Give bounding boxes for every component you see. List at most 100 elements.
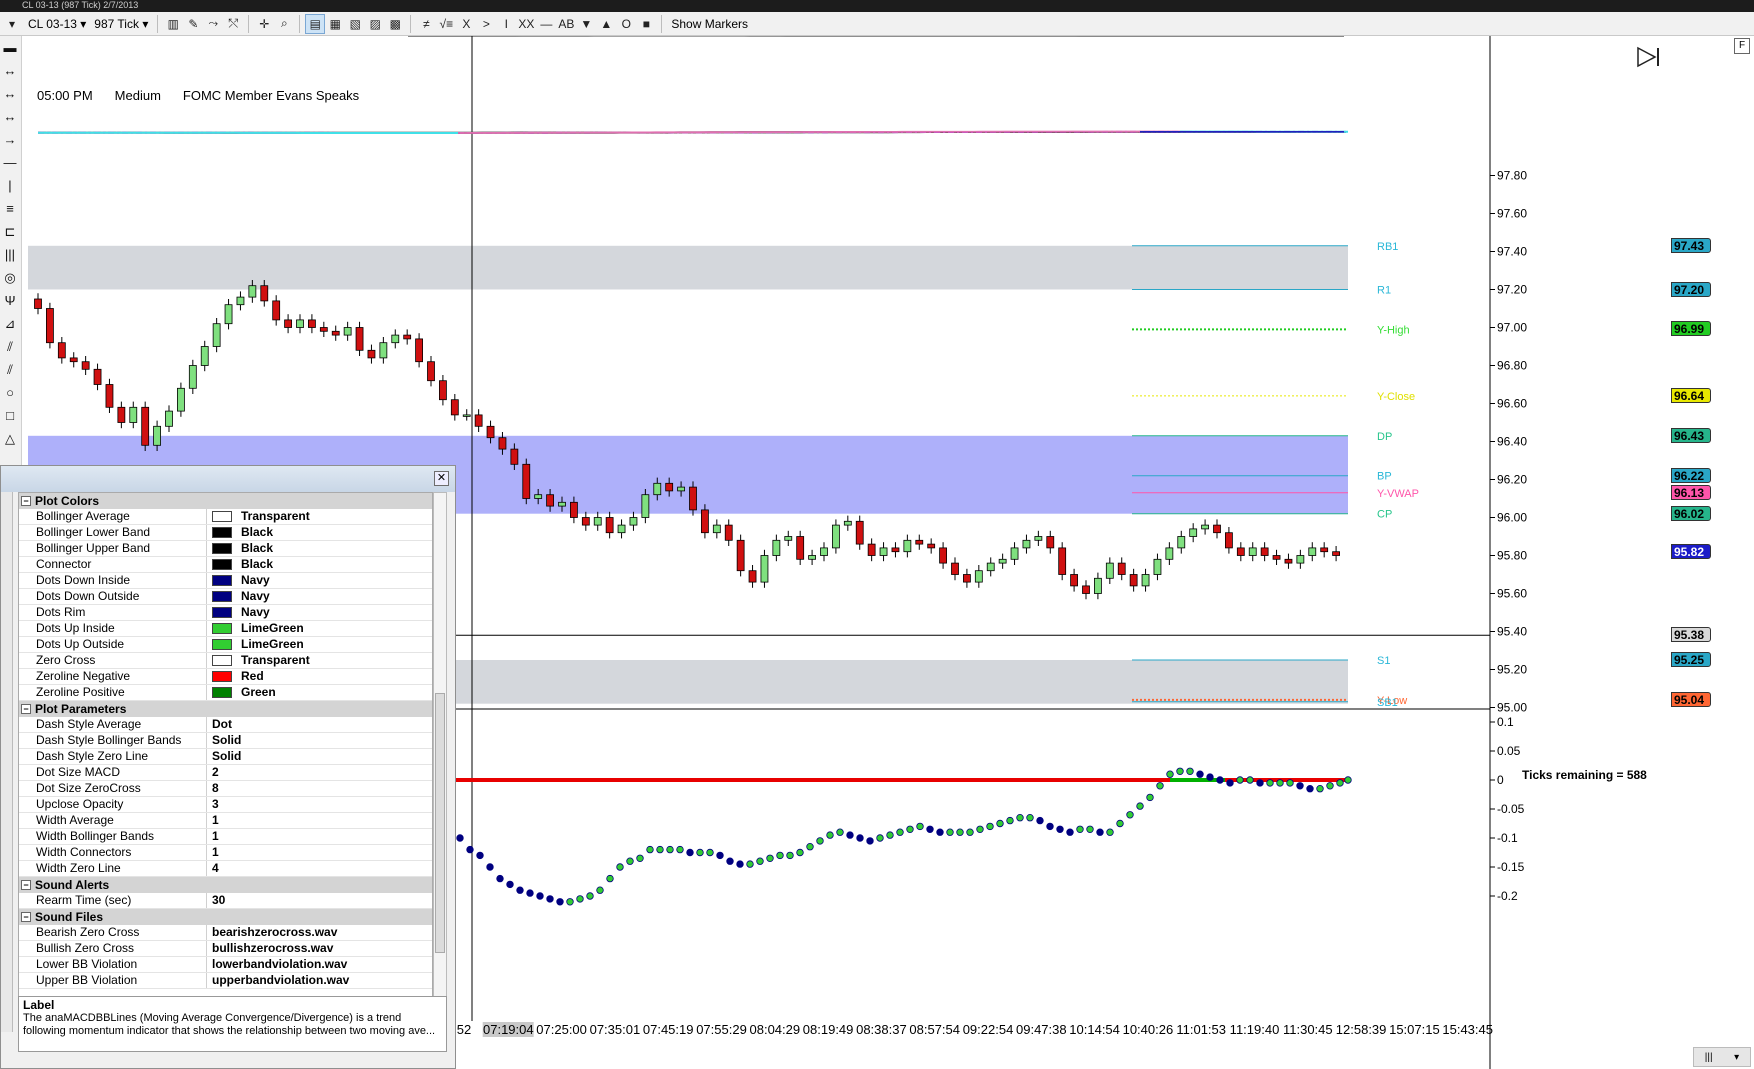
collapse-icon[interactable]: − <box>21 704 31 714</box>
property-category[interactable]: − Plot Colors <box>19 493 432 509</box>
property-row[interactable]: Bollinger Lower Band Black <box>19 525 432 541</box>
property-value[interactable]: Dot <box>207 717 432 732</box>
drawing-tool-icon[interactable]: ≡ <box>0 197 20 220</box>
property-row[interactable]: Lower BB Violation lowerbandviolation.wav <box>19 957 432 973</box>
property-row[interactable]: Bollinger Upper Band Black <box>19 541 432 557</box>
custom-tool-2-button[interactable]: √≡ <box>436 14 456 34</box>
property-value[interactable]: LimeGreen <box>207 637 432 652</box>
collapse-icon[interactable]: − <box>21 912 31 922</box>
property-row[interactable]: Dots Rim Navy <box>19 605 432 621</box>
property-row[interactable]: Width Connectors 1 <box>19 845 432 861</box>
custom-tool-11-button[interactable]: O <box>616 14 636 34</box>
properties-header[interactable]: ✕ <box>1 466 455 492</box>
app-menu-icon[interactable]: ▾ <box>0 14 24 34</box>
property-row[interactable]: Bollinger Average Transparent <box>19 509 432 525</box>
property-row[interactable]: Dash Style Zero Line Solid <box>19 749 432 765</box>
property-value[interactable]: 4 <box>207 861 432 876</box>
drawing-tool-icon[interactable]: ⤳ <box>203 14 223 34</box>
property-row[interactable]: Width Bollinger Bands 1 <box>19 829 432 845</box>
property-category[interactable]: − Sound Alerts <box>19 877 432 893</box>
drawing-pen-icon[interactable]: ✎ <box>183 14 203 34</box>
custom-tool-7-button[interactable]: — <box>536 14 556 34</box>
property-value[interactable]: LimeGreen <box>207 621 432 636</box>
property-value[interactable]: Green <box>207 685 432 700</box>
drawing-tool-icon[interactable]: ||| <box>0 243 20 266</box>
property-value[interactable]: 1 <box>207 845 432 860</box>
property-value[interactable]: 30 <box>207 893 432 908</box>
property-value[interactable]: Black <box>207 541 432 556</box>
property-value[interactable]: Black <box>207 525 432 540</box>
drawing-tool-icon[interactable]: ↔ <box>0 82 20 105</box>
custom-tool-4-button[interactable]: > <box>476 14 496 34</box>
drawing-tool-icon[interactable]: ⊏ <box>0 220 20 243</box>
property-value[interactable]: Black <box>207 557 432 572</box>
scrollbar-thumb[interactable] <box>435 693 445 953</box>
drawing-tool-icon[interactable]: ↔ <box>0 105 20 128</box>
horizontal-scrollbar[interactable]: ||| ▾ <box>1693 1047 1751 1067</box>
indicators-icon[interactable]: ▦ <box>325 14 345 34</box>
drawing-tool-icon[interactable]: ▬ <box>0 36 20 59</box>
drawing-tool-icon[interactable]: ⫽ <box>0 335 20 358</box>
collapse-icon[interactable]: − <box>21 880 31 890</box>
property-row[interactable]: Width Zero Line 4 <box>19 861 432 877</box>
zoom-icon[interactable]: ⌕ <box>274 14 294 34</box>
custom-tool-10-button[interactable]: ▲ <box>596 14 616 34</box>
property-row[interactable]: Zero Cross Transparent <box>19 653 432 669</box>
property-value[interactable]: Navy <box>207 573 432 588</box>
properties-icon[interactable]: ▤ <box>305 13 326 34</box>
custom-tool-3-button[interactable]: X <box>456 14 476 34</box>
property-row[interactable]: Bearish Zero Cross bearishzerocross.wav <box>19 925 432 941</box>
show-markers-button[interactable]: Show Markers <box>667 14 752 34</box>
drawing-tool-icon[interactable]: ↔ <box>0 59 20 82</box>
collapse-icon[interactable]: − <box>21 496 31 506</box>
property-value[interactable]: Solid <box>207 749 432 764</box>
close-icon[interactable]: ✕ <box>434 471 449 486</box>
interval-selector[interactable]: 987 Tick ▾ <box>90 14 152 34</box>
property-value[interactable]: 8 <box>207 781 432 796</box>
chevron-down-icon[interactable]: ▾ <box>1734 1052 1739 1063</box>
drawing-tool-icon[interactable]: ○ <box>0 381 20 404</box>
property-row[interactable]: Connector Black <box>19 557 432 573</box>
drawing-tool-icon[interactable]: → <box>0 128 20 151</box>
property-row[interactable]: Dot Size ZeroCross 8 <box>19 781 432 797</box>
property-value[interactable]: Red <box>207 669 432 684</box>
drawing-tool-icon[interactable]: Ψ <box>0 289 20 312</box>
custom-tool-9-button[interactable]: ▼ <box>576 14 596 34</box>
property-value[interactable]: Transparent <box>207 653 432 668</box>
property-value[interactable]: 3 <box>207 797 432 812</box>
property-row[interactable]: Dots Up Inside LimeGreen <box>19 621 432 637</box>
custom-tool-5-button[interactable]: I <box>496 14 516 34</box>
property-row[interactable]: Dots Down Inside Navy <box>19 573 432 589</box>
templates-icon[interactable]: ▩ <box>385 14 405 34</box>
drawing-tool-icon[interactable]: □ <box>0 404 20 427</box>
property-row[interactable]: Bullish Zero Cross bullishzerocross.wav <box>19 941 432 957</box>
property-grid-scrollbar[interactable] <box>433 492 447 1013</box>
property-value[interactable]: 2 <box>207 765 432 780</box>
crosshair-icon[interactable]: ✛ <box>254 14 274 34</box>
property-value[interactable]: Solid <box>207 733 432 748</box>
drawing-tool-icon[interactable]: ⊿ <box>0 312 20 335</box>
property-category[interactable]: − Sound Files <box>19 909 432 925</box>
property-value[interactable]: lowerbandviolation.wav <box>207 957 432 972</box>
property-category[interactable]: − Plot Parameters <box>19 701 432 717</box>
remove-drawings-icon[interactable]: ⤲ <box>223 14 243 34</box>
property-value[interactable]: Navy <box>207 589 432 604</box>
drawing-tool-icon[interactable]: ⫽ <box>0 358 20 381</box>
property-row[interactable]: Dash Style Bollinger Bands Solid <box>19 733 432 749</box>
property-value[interactable]: upperbandviolation.wav <box>207 973 432 988</box>
chart-markers-toggle[interactable]: F <box>1734 38 1750 54</box>
property-value[interactable]: bearishzerocross.wav <box>207 925 432 940</box>
drawing-tool-icon[interactable]: — <box>0 151 20 174</box>
instrument-selector[interactable]: CL 03-13 ▾ <box>24 14 90 34</box>
property-value[interactable]: 1 <box>207 829 432 844</box>
drawing-tool-icon[interactable]: | <box>0 174 20 197</box>
property-row[interactable]: Zeroline Negative Red <box>19 669 432 685</box>
property-row[interactable]: Dots Up Outside LimeGreen <box>19 637 432 653</box>
drawing-tool-icon[interactable]: △ <box>0 427 20 450</box>
property-value[interactable]: Transparent <box>207 509 432 524</box>
data-box-icon[interactable]: ▨ <box>365 14 385 34</box>
property-row[interactable]: Dash Style Average Dot <box>19 717 432 733</box>
custom-tool-12-button[interactable]: ■ <box>636 14 656 34</box>
scroll-to-end-button[interactable] <box>1635 45 1663 69</box>
property-row[interactable]: Width Average 1 <box>19 813 432 829</box>
